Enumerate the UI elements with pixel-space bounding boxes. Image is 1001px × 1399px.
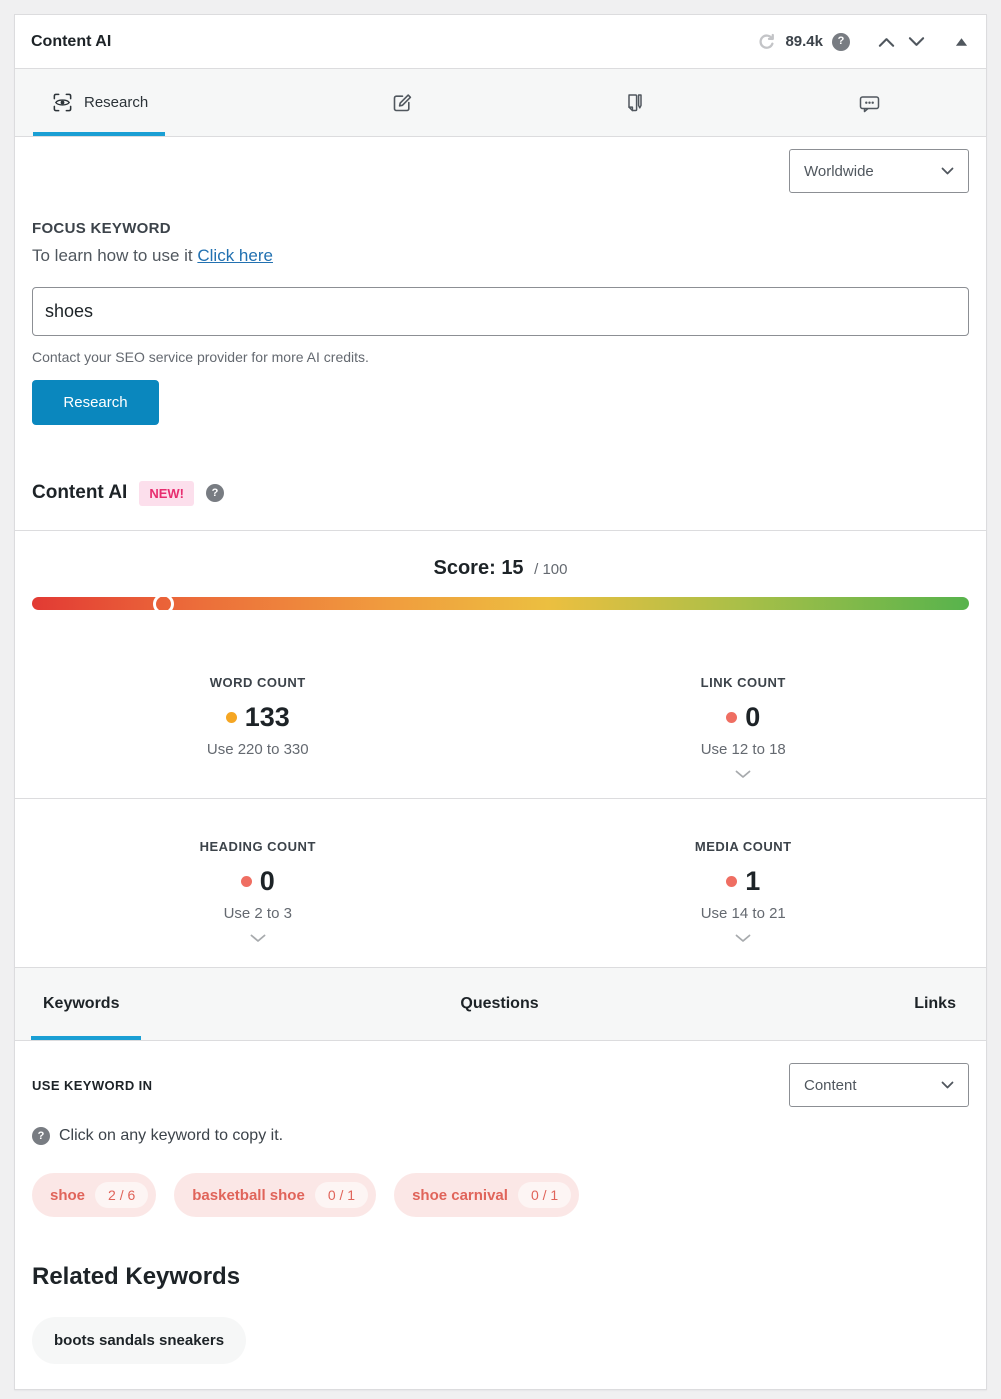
score-section: Score: 15 / 100	[15, 531, 986, 651]
keyword-pill-text: basketball shoe	[192, 1187, 305, 1204]
stat-value: 0	[745, 702, 760, 733]
content-ai-panel: Content AI 89.4k ?	[14, 14, 987, 1390]
score-marker	[153, 593, 174, 614]
status-dot	[241, 876, 252, 887]
credits-help-icon[interactable]: ?	[832, 33, 850, 51]
keyword-pill-text: shoe	[50, 1187, 85, 1204]
keyword-copy-hint: Click on any keyword to copy it.	[59, 1127, 283, 1145]
keyword-pill[interactable]: basketball shoe 0 / 1	[174, 1173, 376, 1217]
stat-label: LINK COUNT	[501, 675, 987, 690]
keyword-copy-hint-row: ? Click on any keyword to copy it.	[32, 1127, 969, 1145]
score-line: Score: 15 / 100	[32, 557, 969, 580]
page-pencil-icon	[623, 91, 647, 115]
stat-value: 1	[745, 866, 760, 897]
stat-range: Use 14 to 21	[501, 905, 987, 922]
stats-row-2: HEADING COUNT 0 Use 2 to 3 MEDIA COUNT 1…	[15, 798, 986, 967]
stats-row-1: WORD COUNT 133 Use 220 to 330 LINK COUNT…	[15, 651, 986, 798]
score-max: / 100	[534, 561, 567, 578]
tab-questions[interactable]: Questions	[347, 968, 651, 1040]
help-line-text: To learn how to use it	[32, 246, 197, 265]
panel-header: Content AI 89.4k ?	[15, 15, 986, 69]
hint-help-icon: ?	[32, 1127, 50, 1145]
keyword-section: USE KEYWORD IN Content ? Click on any ke…	[15, 1063, 986, 1364]
related-keyword-pill[interactable]: boots sandals sneakers	[32, 1317, 246, 1364]
move-down-button[interactable]	[906, 34, 927, 50]
use-keyword-target-select[interactable]: Content	[789, 1063, 969, 1107]
focus-keyword-input[interactable]	[32, 287, 969, 336]
stat-expand-chevron-icon[interactable]	[250, 934, 266, 943]
keyword-pill-text: shoe carnival	[412, 1187, 508, 1204]
region-select-value: Worldwide	[804, 163, 874, 180]
stat-heading-count: HEADING COUNT 0 Use 2 to 3	[15, 839, 501, 967]
refresh-credits-icon[interactable]	[757, 32, 776, 51]
stat-media-count: MEDIA COUNT 1 Use 14 to 21	[501, 839, 987, 967]
use-keyword-in-label: USE KEYWORD IN	[32, 1078, 152, 1093]
new-badge: NEW!	[139, 481, 194, 506]
stat-label: HEADING COUNT	[15, 839, 501, 854]
stat-word-count: WORD COUNT 133 Use 220 to 330	[15, 675, 501, 798]
keyword-pill-count: 0 / 1	[315, 1182, 368, 1208]
research-eye-icon	[51, 91, 74, 114]
tab-page[interactable]	[519, 69, 753, 136]
tab-chat[interactable]	[752, 69, 986, 136]
click-here-link[interactable]: Click here	[197, 246, 273, 265]
research-button[interactable]: Research	[32, 380, 159, 425]
keyword-pill-count: 2 / 6	[95, 1182, 148, 1208]
region-select[interactable]: Worldwide	[789, 149, 969, 193]
tab-research-label: Research	[84, 94, 148, 111]
score-label: Score:	[434, 557, 496, 579]
stat-label: MEDIA COUNT	[501, 839, 987, 854]
score-value: 15	[501, 557, 523, 579]
collapse-triangle-icon	[955, 37, 968, 47]
chevron-down-icon	[941, 167, 954, 176]
toolbar-tabs: Research	[15, 69, 986, 137]
chat-dots-icon	[857, 92, 882, 114]
move-up-button[interactable]	[876, 34, 897, 50]
tab-links[interactable]: Links	[652, 968, 986, 1040]
stat-link-count: LINK COUNT 0 Use 12 to 18	[501, 675, 987, 798]
keyword-tabs: Keywords Questions Links	[15, 967, 986, 1041]
chevron-down-icon	[941, 1081, 954, 1090]
status-dot	[726, 876, 737, 887]
research-section: Worldwide FOCUS KEYWORD To learn how to …	[15, 137, 986, 456]
keyword-pill-count: 0 / 1	[518, 1182, 571, 1208]
tab-write[interactable]	[285, 69, 519, 136]
tab-keywords[interactable]: Keywords	[15, 968, 347, 1040]
stat-range: Use 2 to 3	[15, 905, 501, 922]
panel-title: Content AI	[31, 33, 111, 51]
stat-label: WORD COUNT	[15, 675, 501, 690]
status-dot	[226, 712, 237, 723]
chevron-down-icon	[908, 36, 925, 48]
credits-count: 89.4k	[785, 33, 823, 50]
focus-keyword-label: FOCUS KEYWORD	[32, 220, 969, 237]
content-ai-help-icon[interactable]: ?	[206, 484, 224, 502]
credits-note: Contact your SEO service provider for mo…	[32, 349, 969, 365]
collapse-panel-button[interactable]	[953, 35, 970, 49]
content-ai-heading: Content AI	[32, 482, 127, 504]
stat-expand-chevron-icon[interactable]	[735, 934, 751, 943]
stat-range: Use 12 to 18	[501, 741, 987, 758]
related-keywords-heading: Related Keywords	[32, 1263, 969, 1291]
stat-range: Use 220 to 330	[15, 741, 501, 758]
keyword-pill[interactable]: shoe carnival 0 / 1	[394, 1173, 579, 1217]
header-controls: 89.4k ?	[757, 32, 970, 51]
stat-expand-chevron-icon[interactable]	[735, 770, 751, 779]
tab-research[interactable]: Research	[15, 69, 285, 136]
stat-value: 0	[260, 866, 275, 897]
focus-keyword-help-line: To learn how to use it Click here	[32, 246, 969, 266]
status-dot	[726, 712, 737, 723]
chevron-up-icon	[878, 36, 895, 48]
content-ai-heading-row: Content AI NEW! ?	[15, 456, 986, 531]
keyword-pills-row: shoe 2 / 6 basketball shoe 0 / 1 shoe ca…	[32, 1173, 969, 1217]
edit-pencil-icon	[390, 91, 414, 115]
target-select-value: Content	[804, 1077, 857, 1094]
keyword-pill[interactable]: shoe 2 / 6	[32, 1173, 156, 1217]
score-gradient-bar	[32, 597, 969, 610]
stat-value: 133	[245, 702, 290, 733]
